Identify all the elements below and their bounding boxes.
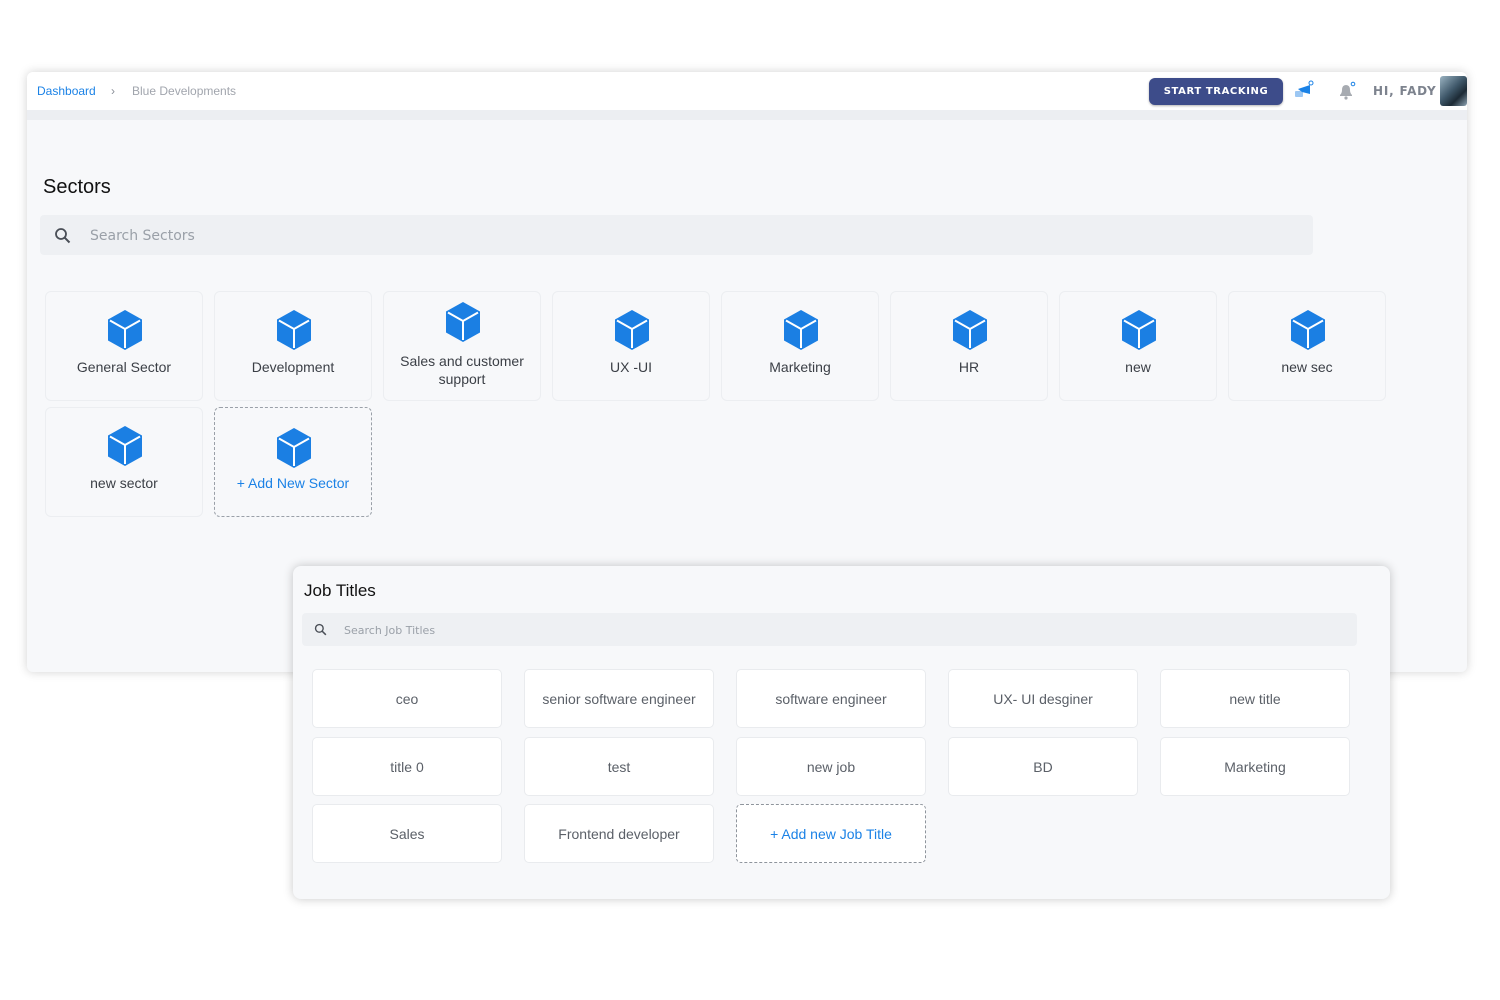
sector-label: General Sector — [76, 359, 172, 375]
user-avatar[interactable] — [1440, 76, 1467, 106]
sector-label: new — [1125, 359, 1151, 375]
search-icon — [314, 623, 327, 636]
job-titles-search — [302, 613, 1357, 648]
sector-label: new sector — [90, 475, 158, 491]
cube-icon — [274, 308, 314, 352]
job-title-card[interactable]: BD — [948, 737, 1138, 796]
job-title-card[interactable]: UX- UI desginer — [948, 669, 1138, 728]
user-greeting: HI, FADY — [1373, 84, 1437, 98]
job-title-card[interactable]: Sales — [312, 804, 502, 863]
sector-card[interactable]: new — [1059, 291, 1217, 401]
add-new-sector-button[interactable]: + Add New Sector — [214, 407, 372, 517]
cube-icon — [1288, 308, 1328, 352]
cube-icon — [950, 308, 990, 352]
sector-label: Sales and customer support — [400, 353, 524, 387]
job-title-card[interactable]: ceo — [312, 669, 502, 728]
breadcrumb-dashboard-link[interactable]: Dashboard — [37, 84, 96, 98]
sector-label: new sec — [1281, 359, 1333, 375]
sector-card[interactable]: new sec — [1228, 291, 1386, 401]
breadcrumb-separator: › — [111, 84, 115, 98]
sectors-search — [40, 215, 1313, 257]
sector-card[interactable]: Sales and customer support — [383, 291, 541, 401]
search-icon — [54, 227, 71, 244]
sector-label: Development — [251, 359, 335, 375]
header-divider — [27, 110, 1467, 120]
job-titles-panel: Job Titles ceo senior software engineer … — [293, 566, 1390, 899]
cube-icon — [781, 308, 821, 352]
sector-label: UX -UI — [610, 359, 652, 375]
sector-label: HR — [958, 359, 980, 375]
cube-icon — [105, 424, 145, 468]
cube-icon — [274, 426, 314, 470]
cube-icon — [443, 300, 483, 344]
tracker-icon[interactable] — [1292, 80, 1314, 102]
cube-icon — [1119, 308, 1159, 352]
add-new-sector-label: + Add New Sector — [236, 475, 350, 491]
add-new-job-title-button[interactable]: + Add new Job Title — [736, 804, 926, 863]
sectors-search-input[interactable] — [88, 215, 1292, 257]
cube-icon — [105, 308, 145, 352]
job-title-card[interactable]: new title — [1160, 669, 1350, 728]
sector-card[interactable]: Development — [214, 291, 372, 401]
sector-card[interactable]: HR — [890, 291, 1048, 401]
top-bar: Dashboard › Blue Developments START TRAC… — [27, 72, 1467, 110]
sector-card[interactable]: new sector — [45, 407, 203, 517]
job-title-card[interactable]: new job — [736, 737, 926, 796]
breadcrumb-current: Blue Developments — [132, 84, 237, 98]
job-titles-title: Job Titles — [304, 581, 376, 600]
sector-label: Marketing — [769, 359, 831, 375]
job-title-card[interactable]: senior software engineer — [524, 669, 714, 728]
job-titles-search-input[interactable] — [342, 613, 1346, 648]
job-title-card[interactable]: Marketing — [1160, 737, 1350, 796]
sector-card[interactable]: UX -UI — [552, 291, 710, 401]
start-tracking-button[interactable]: START TRACKING — [1149, 78, 1283, 105]
cube-icon — [612, 308, 652, 352]
job-title-card[interactable]: test — [524, 737, 714, 796]
job-title-card[interactable]: Frontend developer — [524, 804, 714, 863]
bell-icon[interactable] — [1335, 80, 1357, 102]
job-title-card[interactable]: software engineer — [736, 669, 926, 728]
job-title-card[interactable]: title 0 — [312, 737, 502, 796]
sector-card[interactable]: Marketing — [721, 291, 879, 401]
sectors-title: Sectors — [43, 176, 111, 198]
sector-card[interactable]: General Sector — [45, 291, 203, 401]
